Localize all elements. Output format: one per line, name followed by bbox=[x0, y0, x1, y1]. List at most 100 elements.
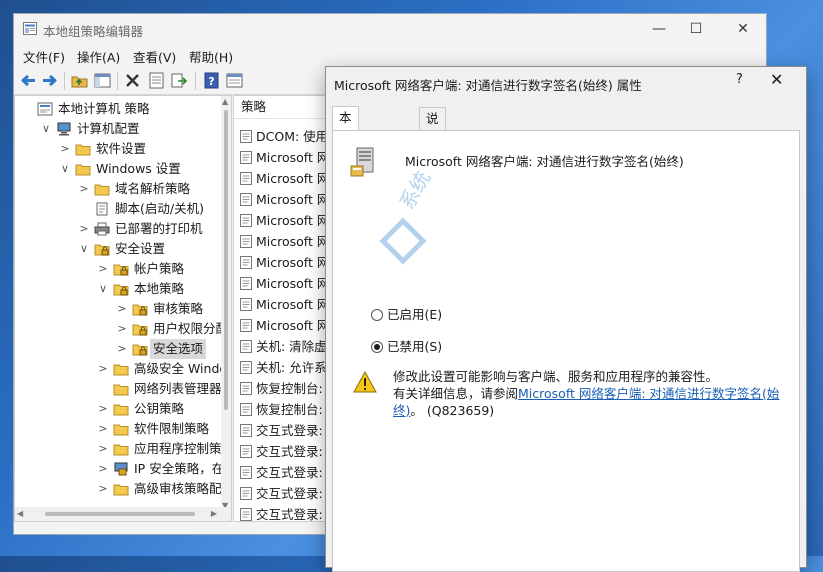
show-pane-icon[interactable] bbox=[225, 71, 244, 90]
tree-item-label[interactable]: 公钥策略 bbox=[134, 399, 184, 419]
scroll-right-arrow-icon[interactable]: ▶ bbox=[211, 509, 217, 518]
chevron-down-icon[interactable]: ∨ bbox=[40, 119, 52, 139]
policy-row-label[interactable]: Microsoft 网 bbox=[256, 276, 329, 291]
policy-row-label[interactable]: Microsoft 网 bbox=[256, 297, 329, 312]
policy-row[interactable]: 关机: 清除虚 bbox=[240, 336, 327, 357]
chevron-right-icon[interactable]: > bbox=[78, 179, 90, 199]
chevron-right-icon[interactable]: > bbox=[97, 399, 109, 419]
menu-help[interactable]: 帮助(H) bbox=[189, 47, 233, 66]
policy-column-header[interactable]: 策略 bbox=[234, 96, 334, 119]
tree-item-label[interactable]: 脚本(启动/关机) bbox=[115, 199, 204, 219]
policy-row[interactable]: 关机: 允许系 bbox=[240, 357, 327, 378]
chevron-right-icon[interactable]: > bbox=[116, 339, 128, 359]
tree-item-label[interactable]: 审核策略 bbox=[153, 299, 203, 319]
chevron-down-icon[interactable]: ∨ bbox=[97, 279, 109, 299]
tree-item-label[interactable]: 计算机配置 bbox=[77, 119, 140, 139]
properties-icon[interactable] bbox=[147, 71, 166, 90]
chevron-right-icon[interactable]: > bbox=[97, 259, 109, 279]
tree-item-label[interactable]: 本地计算机 策略 bbox=[58, 99, 149, 119]
minimize-button[interactable]: — bbox=[639, 18, 679, 40]
policy-row[interactable]: 交互式登录: bbox=[240, 420, 323, 441]
tree-item-label[interactable]: 高级审核策略配置 bbox=[134, 479, 231, 499]
forward-arrow-icon[interactable] bbox=[40, 71, 59, 90]
tree-item-label[interactable]: 安全设置 bbox=[115, 239, 165, 259]
policy-row-label[interactable]: 交互式登录: bbox=[256, 486, 323, 501]
tree-item-label[interactable]: 网络列表管理器策 bbox=[134, 379, 231, 399]
policy-row[interactable]: Microsoft 网 bbox=[240, 294, 329, 315]
export-list-icon[interactable] bbox=[170, 71, 189, 90]
chevron-right-icon[interactable]: > bbox=[116, 319, 128, 339]
tree-item-label[interactable]: 帐户策略 bbox=[134, 259, 184, 279]
policy-row[interactable]: Microsoft 网 bbox=[240, 210, 329, 231]
chevron-down-icon[interactable]: ∨ bbox=[78, 239, 90, 259]
policy-row-label[interactable]: Microsoft 网 bbox=[256, 255, 329, 270]
title-bar[interactable]: 本地组策略编辑器 — ☐ ✕ bbox=[14, 14, 766, 44]
tree-item-label[interactable]: IP 安全策略，在 本 bbox=[134, 459, 231, 479]
policy-row[interactable]: DCOM: 使用 bbox=[240, 126, 328, 147]
dialog-help-button[interactable]: ? bbox=[736, 72, 743, 87]
chevron-right-icon[interactable]: > bbox=[97, 459, 109, 479]
policy-row-label[interactable]: Microsoft 网 bbox=[256, 192, 329, 207]
tree-horizontal-scrollbar[interactable]: ◀ ▶ bbox=[15, 507, 231, 521]
tree-item-label[interactable]: 已部署的打印机 bbox=[115, 219, 203, 239]
policy-row-label[interactable]: 关机: 清除虚 bbox=[256, 339, 327, 354]
chevron-right-icon[interactable]: > bbox=[59, 139, 71, 159]
policy-row[interactable]: Microsoft 网 bbox=[240, 231, 329, 252]
policy-row-label[interactable]: Microsoft 网 bbox=[256, 234, 329, 249]
policy-row-label[interactable]: Microsoft 网 bbox=[256, 171, 329, 186]
policy-row-label[interactable]: 交互式登录: bbox=[256, 465, 323, 480]
policy-row-label[interactable]: 交互式登录: bbox=[256, 507, 323, 521]
back-arrow-icon[interactable] bbox=[19, 71, 38, 90]
policy-row-label[interactable]: Microsoft 网 bbox=[256, 318, 329, 333]
policy-row[interactable]: 交互式登录: bbox=[240, 483, 323, 504]
tab-local-security-setting[interactable]: 本地安全设置 bbox=[332, 106, 359, 235]
policy-row[interactable]: Microsoft 网 bbox=[240, 168, 329, 189]
scrollbar-thumb[interactable] bbox=[45, 512, 195, 516]
policy-row-label[interactable]: 交互式登录: bbox=[256, 444, 323, 459]
policy-row[interactable]: Microsoft 网 bbox=[240, 252, 329, 273]
policy-row-label[interactable]: Microsoft 网 bbox=[256, 213, 329, 228]
close-button[interactable]: ✕ bbox=[723, 18, 763, 40]
radio-disabled-label[interactable]: 已禁用(S) bbox=[387, 338, 442, 356]
policy-row[interactable]: 交互式登录: bbox=[240, 462, 323, 483]
chevron-right-icon[interactable]: > bbox=[116, 299, 128, 319]
policy-row[interactable]: Microsoft 网 bbox=[240, 315, 329, 336]
policy-row-label[interactable]: DCOM: 使用 bbox=[256, 129, 328, 144]
menu-file[interactable]: 文件(F) bbox=[23, 47, 65, 66]
chevron-right-icon[interactable]: > bbox=[78, 219, 90, 239]
chevron-right-icon[interactable]: > bbox=[97, 359, 109, 379]
tree-pane[interactable]: 本地计算机 策略 ∨ 计算机配置 > 软件设置 ∨ Windows 设置 > 域名解析策略 脚本(… bbox=[14, 95, 232, 522]
policy-row[interactable]: 交互式登录: bbox=[240, 441, 323, 462]
policy-row-label[interactable]: 关机: 允许系 bbox=[256, 360, 327, 375]
tree-item-label[interactable]: 本地策略 bbox=[134, 279, 184, 299]
chevron-right-icon[interactable]: > bbox=[97, 439, 109, 459]
policy-row-label[interactable]: 恢复控制台: bbox=[256, 381, 323, 396]
radio-button[interactable] bbox=[371, 341, 383, 353]
tree-item-label[interactable]: Windows 设置 bbox=[96, 159, 181, 179]
tree-item-label[interactable]: 域名解析策略 bbox=[115, 179, 190, 199]
show-hide-tree-icon[interactable] bbox=[93, 71, 112, 90]
menu-view[interactable]: 查看(V) bbox=[133, 47, 176, 66]
policy-row[interactable]: Microsoft 网 bbox=[240, 273, 329, 294]
policy-row-label[interactable]: 交互式登录: bbox=[256, 423, 323, 438]
scroll-left-arrow-icon[interactable]: ◀ bbox=[17, 509, 23, 518]
tree-item-label[interactable]: 高级安全 Windov bbox=[134, 359, 231, 379]
radio-enabled-label[interactable]: 已启用(E) bbox=[387, 306, 442, 324]
chevron-down-icon[interactable]: ∨ bbox=[59, 159, 71, 179]
policy-row[interactable]: Microsoft 网 bbox=[240, 147, 329, 168]
radio-button[interactable] bbox=[371, 309, 383, 321]
policy-row-label[interactable]: Microsoft 网 bbox=[256, 150, 329, 165]
delete-icon[interactable] bbox=[123, 71, 142, 90]
tree-item-label[interactable]: 软件设置 bbox=[96, 139, 146, 159]
tree-item-label[interactable]: 安全选项 bbox=[150, 339, 207, 359]
tree-item-label[interactable]: 应用程序控制策略 bbox=[134, 439, 231, 459]
scrollbar-thumb[interactable] bbox=[224, 110, 228, 410]
up-folder-icon[interactable] bbox=[70, 71, 89, 90]
dialog-close-button[interactable]: ✕ bbox=[770, 70, 783, 89]
scroll-up-arrow-icon[interactable]: ▲ bbox=[222, 97, 228, 106]
policy-row-label[interactable]: 恢复控制台: bbox=[256, 402, 323, 417]
menu-action[interactable]: 操作(A) bbox=[77, 47, 120, 66]
maximize-button[interactable]: ☐ bbox=[676, 18, 716, 40]
tab-explain[interactable]: 说明 bbox=[419, 107, 446, 148]
help-icon[interactable]: ? bbox=[202, 71, 221, 90]
